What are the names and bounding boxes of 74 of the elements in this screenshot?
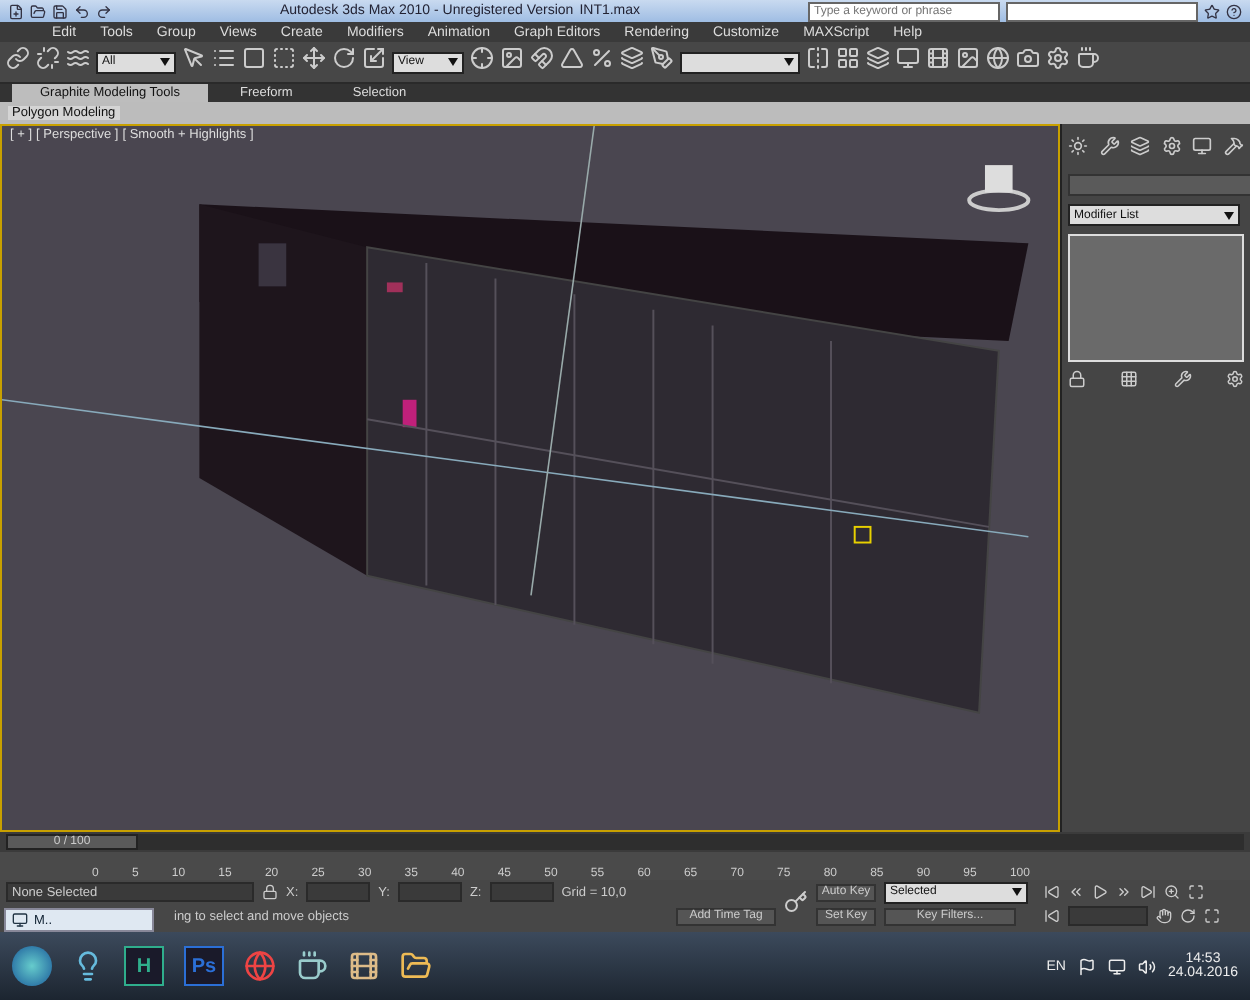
dashed-square-icon[interactable] bbox=[272, 46, 296, 70]
caret-icon bbox=[1012, 888, 1022, 896]
zoom-icon[interactable] bbox=[1164, 884, 1180, 900]
settings-icon[interactable] bbox=[1161, 136, 1182, 156]
named-selection-dropdown[interactable] bbox=[680, 51, 800, 73]
link-icon[interactable] bbox=[6, 46, 30, 70]
maximize-icon[interactable] bbox=[1204, 908, 1220, 924]
hammer-icon[interactable] bbox=[1223, 136, 1244, 156]
caret-icon bbox=[784, 58, 794, 66]
play-icon[interactable] bbox=[1092, 884, 1108, 900]
undo-icon[interactable] bbox=[74, 3, 90, 19]
browser-icon[interactable] bbox=[244, 950, 276, 982]
configure-icon[interactable] bbox=[1225, 370, 1244, 388]
folder-icon[interactable] bbox=[400, 950, 432, 982]
unlink-icon[interactable] bbox=[36, 46, 60, 70]
film-icon[interactable] bbox=[926, 46, 950, 70]
magnet-icon[interactable] bbox=[530, 46, 554, 70]
next-frame-icon[interactable] bbox=[1116, 884, 1132, 900]
layers-icon[interactable] bbox=[866, 46, 890, 70]
previous-frame-icon[interactable] bbox=[1068, 884, 1084, 900]
orbit-icon[interactable] bbox=[1180, 908, 1196, 924]
window-icon[interactable] bbox=[12, 912, 28, 928]
camera-icon[interactable] bbox=[1016, 46, 1040, 70]
wrench-icon[interactable] bbox=[1099, 136, 1120, 156]
image-icon[interactable] bbox=[500, 46, 524, 70]
settings-icon[interactable] bbox=[1046, 46, 1070, 70]
new-file-icon[interactable] bbox=[8, 3, 24, 19]
move-icon[interactable] bbox=[302, 46, 326, 70]
pointer-icon[interactable] bbox=[182, 46, 206, 70]
volume-icon[interactable] bbox=[1137, 957, 1156, 975]
network-icon[interactable] bbox=[1107, 957, 1126, 975]
rotate-icon[interactable] bbox=[332, 46, 356, 70]
image-icon[interactable] bbox=[956, 46, 980, 70]
flag-icon[interactable] bbox=[1077, 957, 1096, 975]
go-to-end-icon[interactable] bbox=[1140, 884, 1156, 900]
z-field[interactable] bbox=[489, 882, 554, 902]
percent-icon[interactable] bbox=[590, 46, 614, 70]
media-player-icon[interactable] bbox=[348, 950, 380, 982]
wrench-icon[interactable] bbox=[1173, 370, 1192, 388]
pivot-icon[interactable] bbox=[470, 46, 494, 70]
key-icon[interactable] bbox=[784, 890, 808, 914]
triangle-icon[interactable] bbox=[560, 46, 584, 70]
star-icon[interactable] bbox=[1204, 3, 1220, 19]
pan-icon[interactable] bbox=[1156, 908, 1172, 924]
square-icon[interactable] bbox=[242, 46, 266, 70]
view-cube-icon[interactable] bbox=[967, 165, 1031, 213]
waves-icon[interactable] bbox=[66, 46, 90, 70]
folder-icon[interactable] bbox=[30, 3, 46, 19]
app-tile[interactable]: Ps bbox=[184, 946, 224, 986]
y-field[interactable] bbox=[397, 882, 462, 902]
caret-icon bbox=[448, 58, 458, 66]
monitor-icon[interactable] bbox=[1192, 136, 1213, 156]
layers-icon[interactable] bbox=[620, 46, 644, 70]
help-icon[interactable] bbox=[1226, 3, 1242, 19]
modifier-stack[interactable] bbox=[1068, 234, 1244, 362]
caret-icon bbox=[160, 58, 170, 66]
app-tile[interactable]: H bbox=[124, 946, 164, 986]
x-field[interactable] bbox=[306, 882, 371, 902]
globe-icon[interactable] bbox=[986, 46, 1010, 70]
lock-icon[interactable] bbox=[262, 884, 278, 900]
monitor-icon[interactable] bbox=[896, 46, 920, 70]
scale-icon[interactable] bbox=[362, 46, 386, 70]
grid-icon[interactable] bbox=[1120, 370, 1139, 388]
grid-icon[interactable] bbox=[836, 46, 860, 70]
sun-icon[interactable] bbox=[1068, 136, 1088, 156]
zoom-extents-icon[interactable] bbox=[1188, 884, 1204, 900]
current-frame-field[interactable] bbox=[1068, 906, 1148, 926]
redo-icon[interactable] bbox=[96, 3, 112, 19]
caret-icon bbox=[1224, 211, 1234, 219]
start-button[interactable] bbox=[12, 946, 52, 986]
mirror-icon[interactable] bbox=[806, 46, 830, 70]
save-icon[interactable] bbox=[52, 3, 68, 19]
go-to-start-icon[interactable] bbox=[1044, 884, 1060, 900]
pen-icon[interactable] bbox=[650, 46, 674, 70]
